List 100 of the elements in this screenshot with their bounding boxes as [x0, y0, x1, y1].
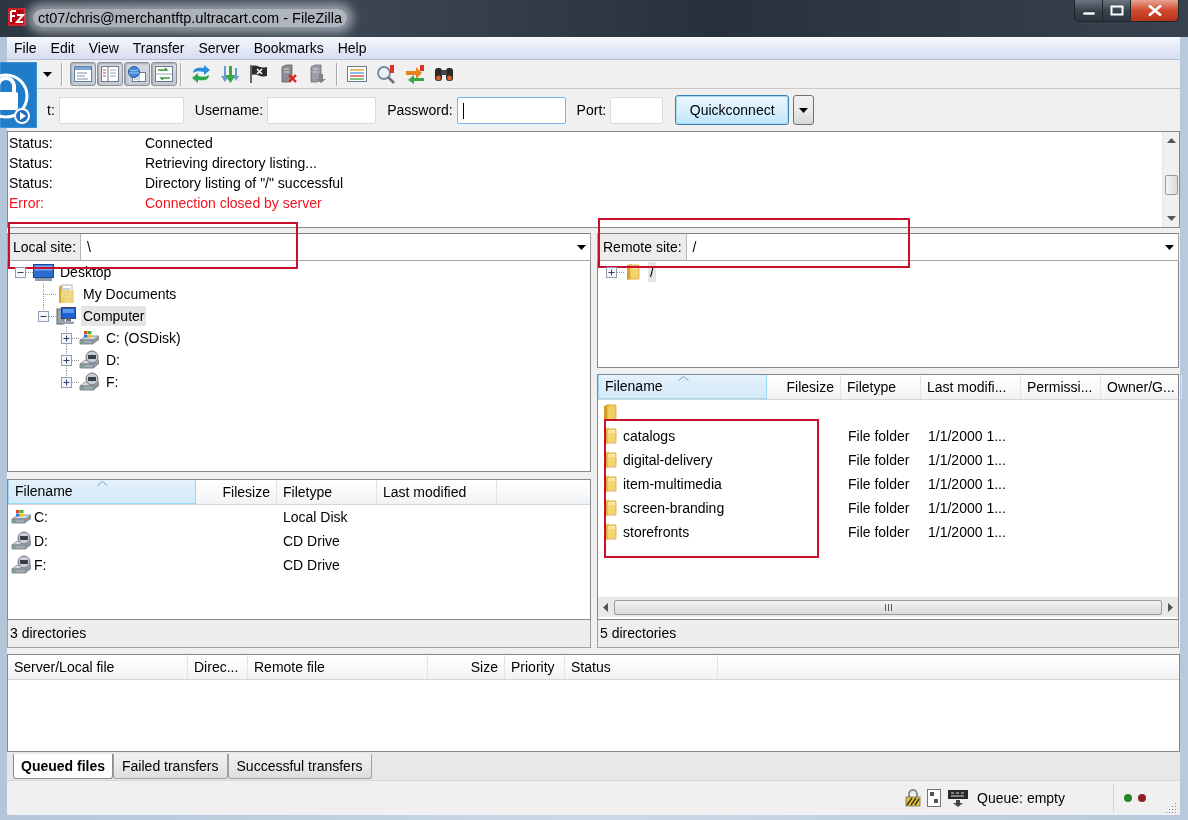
vertical-scrollbar[interactable] [1162, 132, 1179, 227]
table-cell: 1/1/2000 1... [928, 524, 1006, 540]
table-cell: File folder [848, 428, 910, 444]
tab[interactable]: Successful transfers [227, 754, 372, 779]
document-folder-icon [56, 284, 77, 304]
box-arrow-icon [947, 789, 970, 807]
folder-name[interactable]: item-multimedia [623, 476, 722, 492]
padlock-icon [905, 789, 922, 807]
caret-icon [577, 244, 586, 250]
folder-name[interactable]: storefronts [623, 524, 690, 540]
folder-name[interactable]: screen-branding [623, 500, 725, 516]
flag-icon [248, 64, 270, 84]
cd-drive-icon [11, 531, 32, 551]
menu-item[interactable]: Transfer [125, 38, 192, 58]
path-combobox[interactable]: / [686, 234, 1178, 260]
file-name[interactable]: D: [34, 533, 48, 549]
resize-grip-icon [1166, 802, 1177, 813]
column-header[interactable]: Filename [598, 375, 767, 399]
quickconnect-button[interactable]: Quickconnect [675, 95, 790, 125]
horizontal-scrollbar[interactable] [598, 597, 1178, 617]
app-logo-icon [8, 8, 26, 26]
sync-browsing-button[interactable] [403, 62, 427, 86]
close-button[interactable] [1131, 0, 1178, 21]
queue-toggle[interactable] [151, 62, 177, 86]
maximize-button[interactable] [1103, 0, 1131, 21]
table-cell: File folder [848, 476, 910, 492]
tree-item[interactable]: My Documents [81, 284, 179, 304]
drive-icon [11, 509, 32, 525]
column-header[interactable]: Remote file [248, 655, 428, 679]
sort-caret-icon [97, 481, 108, 486]
expand-icon[interactable] [61, 332, 72, 344]
column-header[interactable]: Filetype [277, 480, 377, 504]
status-text: 3 directories [7, 620, 591, 648]
collapse-icon[interactable] [38, 310, 49, 322]
drive-icon [79, 330, 100, 346]
arrows-panel-icon [154, 65, 174, 83]
log-message: Retrieving directory listing... [145, 154, 317, 173]
message-log-toggle[interactable] [70, 62, 96, 86]
input-field[interactable] [610, 96, 664, 124]
field-label: t: [47, 102, 55, 118]
input-field[interactable] [58, 96, 184, 124]
status-text: 5 directories [597, 620, 1179, 648]
column-header[interactable]: Size [428, 655, 505, 679]
page-icon [927, 789, 942, 807]
cd-drive-icon [11, 555, 32, 575]
local-tree-toggle[interactable] [97, 62, 123, 86]
input-field[interactable] [267, 96, 377, 124]
panes-icon [100, 65, 120, 83]
path-combobox[interactable]: \ [81, 234, 590, 260]
menu-item[interactable]: File [7, 38, 44, 58]
quickconnect-dropdown[interactable] [793, 95, 815, 125]
expand-icon[interactable] [606, 266, 617, 278]
input-field[interactable] [456, 96, 566, 124]
column-header[interactable]: Filename [8, 480, 196, 504]
folder-name[interactable]: catalogs [623, 428, 676, 444]
column-header[interactable]: Server/Local file [8, 655, 188, 679]
down-arrows-icon [219, 64, 241, 84]
column-header[interactable]: Last modified [377, 480, 497, 504]
minimize-button[interactable] [1075, 0, 1103, 21]
list-icon [346, 64, 368, 84]
file-name[interactable]: F: [34, 557, 47, 573]
menu-item[interactable]: Edit [43, 38, 82, 58]
expand-icon[interactable] [61, 376, 72, 388]
collapse-icon[interactable] [15, 266, 26, 278]
folder-name[interactable]: digital-delivery [623, 452, 713, 468]
menu-item[interactable]: Help [330, 38, 374, 58]
column-header[interactable]: Last modifi... [921, 375, 1021, 399]
log-label: Status: [9, 174, 53, 193]
swap-arrows-icon [404, 64, 426, 84]
column-header[interactable]: Filesize [767, 375, 841, 399]
menu-item[interactable]: View [81, 38, 126, 58]
tree-item[interactable]: D: [104, 350, 122, 370]
cd-drive-icon [79, 350, 100, 370]
tree-item[interactable]: F: [104, 372, 121, 392]
menu-item[interactable]: Server [191, 38, 247, 58]
column-header[interactable]: Priority [505, 655, 565, 679]
file-name[interactable]: C: [34, 509, 48, 525]
column-header[interactable]: Direc... [188, 655, 248, 679]
parent-folder-icon [603, 403, 617, 421]
column-header[interactable]: Filetype [841, 375, 921, 399]
column-header[interactable]: Permissi... [1021, 375, 1101, 399]
down-arrow-icon [1166, 216, 1176, 221]
menu-item[interactable]: Bookmarks [246, 38, 331, 58]
tab[interactable]: Queued files [13, 754, 114, 779]
table-cell: Local Disk [283, 509, 348, 525]
remote-tree-toggle[interactable] [124, 62, 150, 86]
tree-item[interactable]: Computer [81, 306, 147, 326]
scrollbar-thumb[interactable] [614, 600, 1162, 615]
scrollbar-thumb[interactable] [1164, 174, 1178, 195]
column-header[interactable]: Filesize [196, 480, 277, 504]
maximize-icon [1109, 5, 1124, 16]
field-label: Username: [194, 102, 264, 118]
folder-icon [626, 263, 640, 281]
expand-icon[interactable] [61, 354, 72, 366]
computer-icon [56, 306, 77, 326]
column-header[interactable]: Status [565, 655, 718, 679]
column-header[interactable]: Owner/G... [1101, 375, 1182, 399]
lock-badge-icon [0, 62, 37, 128]
tree-item[interactable]: C: (OSDisk) [104, 328, 183, 348]
tab[interactable]: Failed transfers [113, 754, 228, 779]
